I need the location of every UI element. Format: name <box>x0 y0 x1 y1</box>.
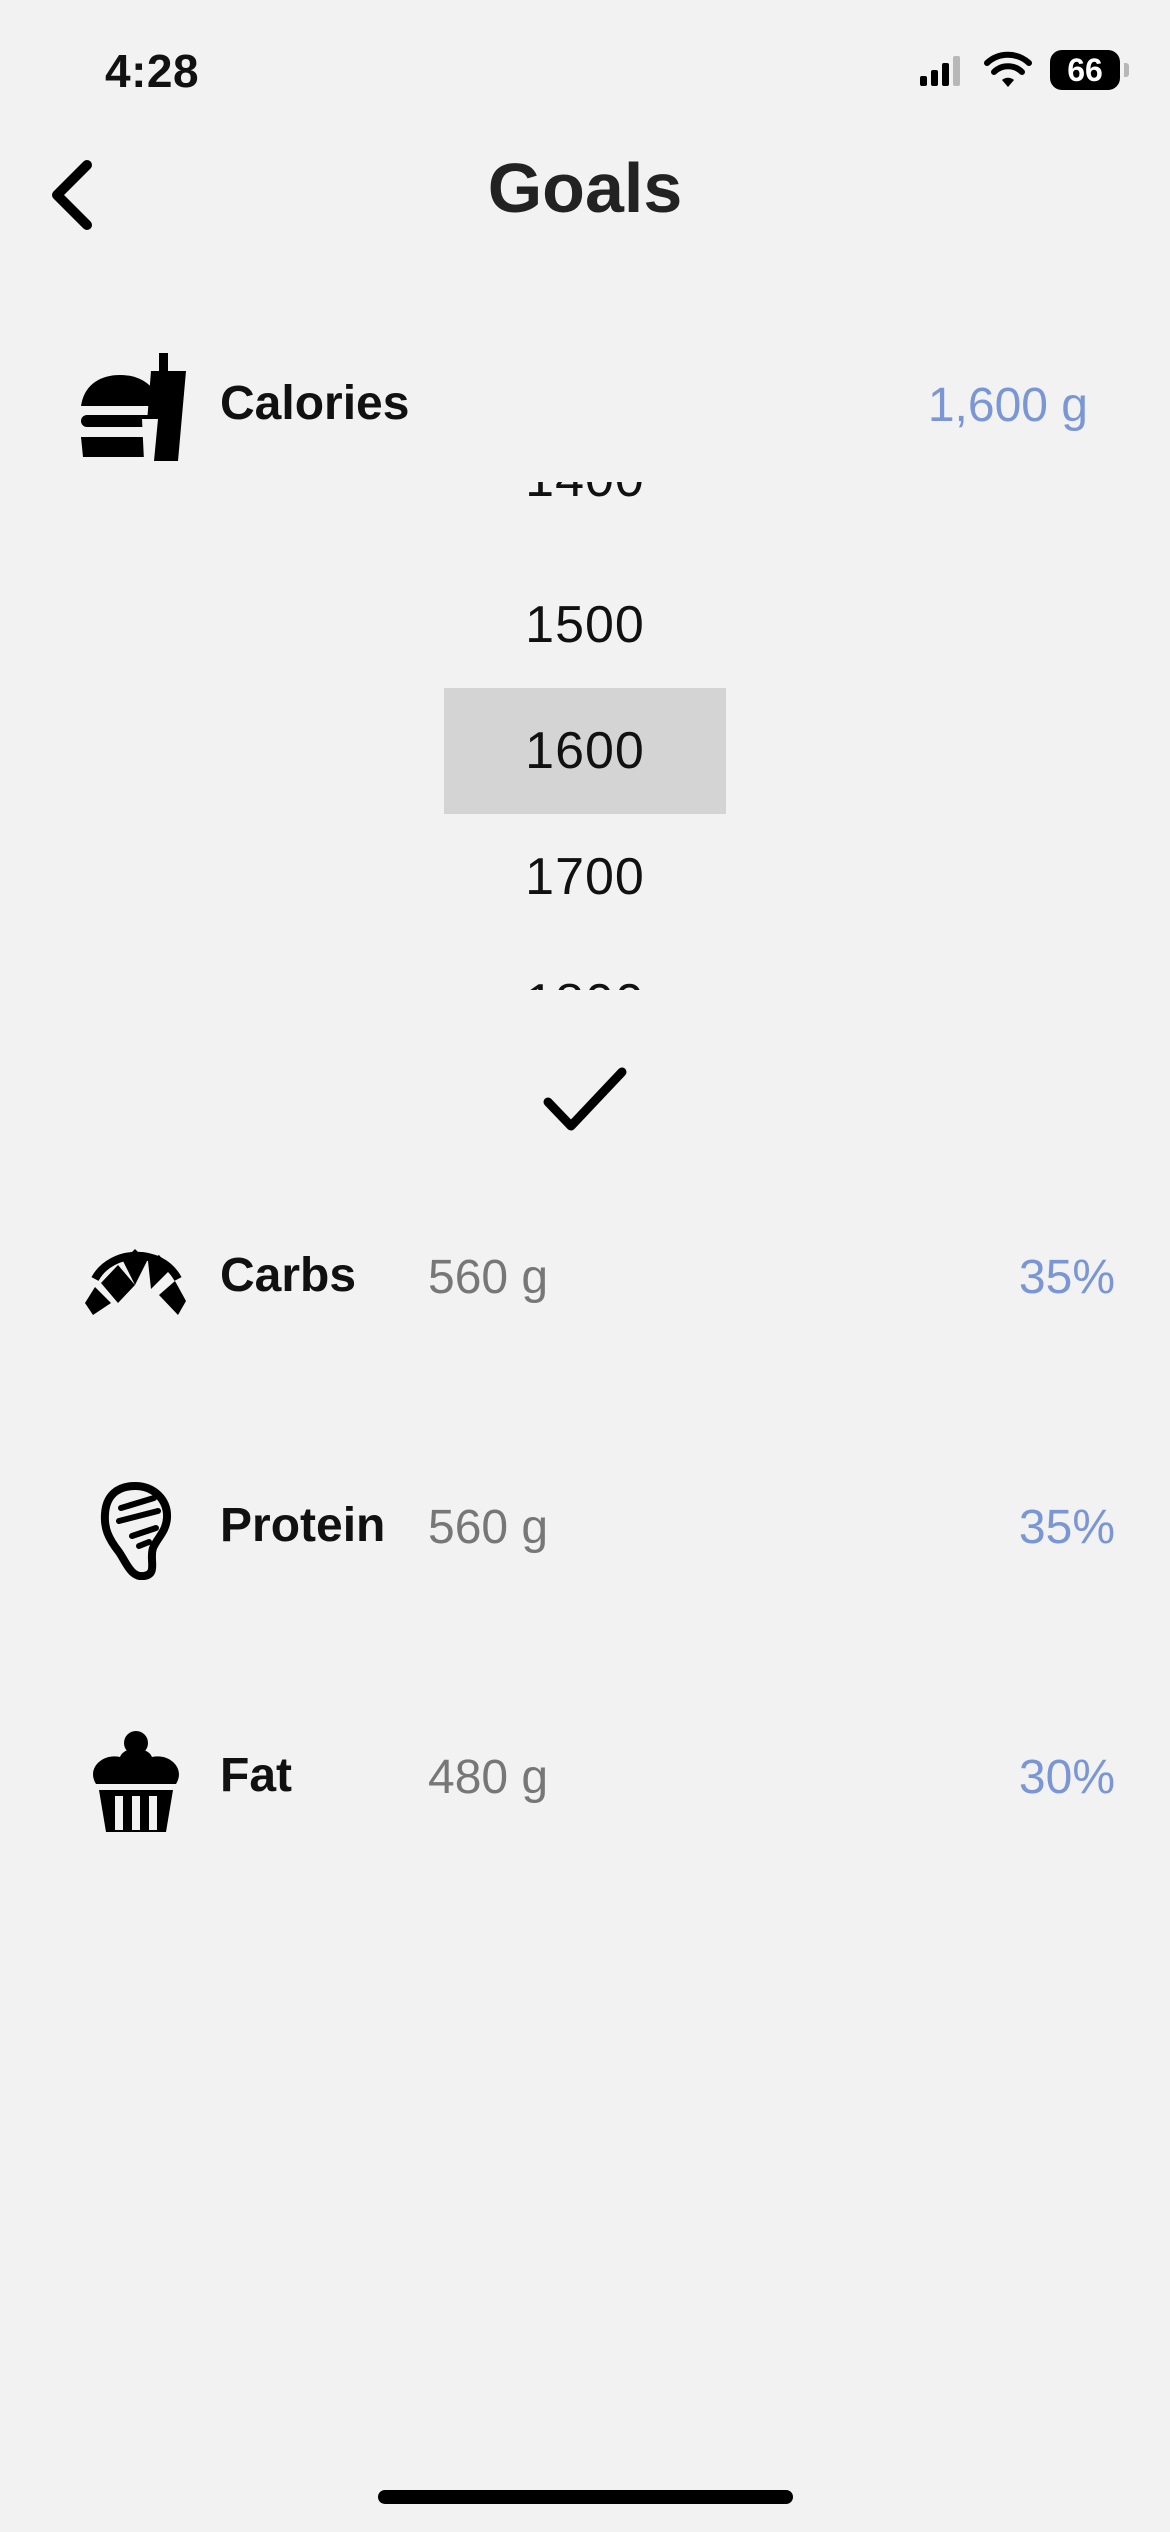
status-icons: 66 <box>918 50 1129 90</box>
home-indicator <box>378 2490 793 2504</box>
meat-icon <box>100 1481 171 1580</box>
carbs-icon-container <box>78 1220 193 1340</box>
cellular-signal-icon <box>920 56 960 86</box>
checkmark-icon <box>543 1067 627 1131</box>
fat-percent: 30% <box>1018 1751 1115 1804</box>
battery-cap <box>1124 63 1129 77</box>
fat-label: Fat <box>220 1749 292 1802</box>
carbs-row[interactable]: Carbs 560 g 35% <box>0 1220 1170 1340</box>
calorie-picker[interactable]: 1400 1500 1600 1700 1800 <box>0 482 1170 990</box>
status-time: 4:28 <box>105 45 200 97</box>
croissant-icon <box>85 1249 186 1315</box>
picker-option[interactable]: 1700 <box>444 814 726 940</box>
picker-option[interactable]: 1400 <box>444 482 726 542</box>
calories-value: 1,600 g <box>927 379 1088 432</box>
fat-row[interactable]: Fat 480 g 30% <box>0 1720 1170 1840</box>
cupcake-icon <box>92 1730 179 1832</box>
picker-option-selected[interactable]: 1600 <box>444 688 726 814</box>
calories-icon-container <box>78 348 193 468</box>
fat-amount: 480 g <box>428 1751 549 1804</box>
page-title: Goals <box>487 149 683 227</box>
burger-drink-icon <box>81 353 186 461</box>
confirm-button[interactable] <box>535 1055 635 1145</box>
protein-label: Protein <box>220 1499 386 1552</box>
protein-icon-container <box>78 1470 193 1590</box>
battery-indicator: 66 <box>1050 50 1129 90</box>
battery-level: 66 <box>1067 51 1103 88</box>
wifi-icon <box>984 51 1032 87</box>
picker-option[interactable]: 1800 <box>444 940 726 990</box>
carbs-percent: 35% <box>1018 1251 1115 1304</box>
picker-option[interactable]: 1500 <box>444 562 726 688</box>
carbs-label: Carbs <box>220 1249 357 1302</box>
fat-icon-container <box>78 1720 193 1840</box>
protein-row[interactable]: Protein 560 g 35% <box>0 1470 1170 1590</box>
calories-label: Calories <box>220 377 410 430</box>
calories-row[interactable]: Calories 1,600 g <box>0 348 1170 468</box>
protein-amount: 560 g <box>428 1501 549 1554</box>
protein-percent: 35% <box>1018 1501 1115 1554</box>
carbs-amount: 560 g <box>428 1251 549 1304</box>
